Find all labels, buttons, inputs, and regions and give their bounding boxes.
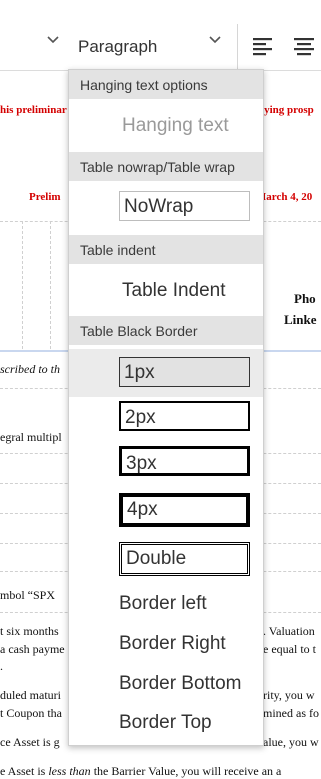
menu-item-border-right[interactable]: Border Right xyxy=(119,633,226,655)
toolbar-separator xyxy=(237,24,238,70)
menu-item-nowrap[interactable]: NoWrap xyxy=(119,191,250,221)
align-center-icon[interactable] xyxy=(293,36,315,56)
table-header-cell: Linke xyxy=(284,312,317,327)
menu-item-border-top[interactable]: Border Top xyxy=(119,712,212,734)
section-header-hanging-text: Hanging text options xyxy=(69,70,263,99)
chevron-down-icon[interactable] xyxy=(207,32,223,48)
menu-item-border-2px[interactable]: 2px xyxy=(119,401,250,431)
menu-item-border-double[interactable]: Double xyxy=(119,542,250,576)
doc-text: scribed to th xyxy=(0,362,60,376)
doc-text: alue, you w xyxy=(263,735,319,749)
section-header-table-nowrap: Table nowrap/Table wrap xyxy=(69,152,263,181)
menu-item-border-3px[interactable]: 3px xyxy=(119,446,250,476)
section-header-table-indent: Table indent xyxy=(69,235,263,264)
doc-text: duled maturi xyxy=(0,688,61,702)
menu-item-table-indent[interactable]: Table Indent xyxy=(122,280,226,302)
editor-toolbar: Paragraph xyxy=(0,0,321,71)
doc-red-text: Iarch 4, 20 xyxy=(262,191,313,203)
menu-item-border-4px[interactable]: 4px xyxy=(119,493,250,527)
block-format-select[interactable]: Paragraph xyxy=(78,37,157,57)
menu-item-border-1px[interactable]: 1px xyxy=(119,357,250,387)
align-left-icon[interactable] xyxy=(252,36,274,56)
menu-item-hanging-text[interactable]: Hanging text xyxy=(122,115,229,137)
doc-text: rity, you w xyxy=(263,688,315,702)
doc-red-text: Prelim xyxy=(29,191,61,203)
table-header-cell: Pho xyxy=(294,291,316,306)
format-options-dropdown: Hanging text options Hanging text Table … xyxy=(68,69,264,746)
doc-text: t six months xyxy=(0,624,59,638)
doc-text: ce Asset is g xyxy=(0,735,60,749)
doc-text: mined as fo xyxy=(263,706,319,720)
doc-text: e equal to t xyxy=(263,642,316,656)
doc-text: . Valuation xyxy=(263,624,315,638)
table-border xyxy=(22,221,23,349)
doc-text: mbol “SPX xyxy=(0,588,56,602)
menu-item-border-bottom[interactable]: Border Bottom xyxy=(119,673,242,695)
doc-red-text: his preliminar xyxy=(0,104,67,116)
doc-text: egral multipl xyxy=(0,430,62,444)
doc-text: t Coupon tha xyxy=(0,706,62,720)
table-border xyxy=(50,221,51,349)
section-header-table-black-border: Table Black Border xyxy=(69,316,263,345)
doc-text: . xyxy=(0,659,3,673)
doc-red-text: nying prosp xyxy=(258,104,314,116)
chevron-down-icon[interactable] xyxy=(45,32,61,48)
menu-item-border-left[interactable]: Border left xyxy=(119,593,207,615)
doc-text: a cash payme xyxy=(0,642,65,656)
